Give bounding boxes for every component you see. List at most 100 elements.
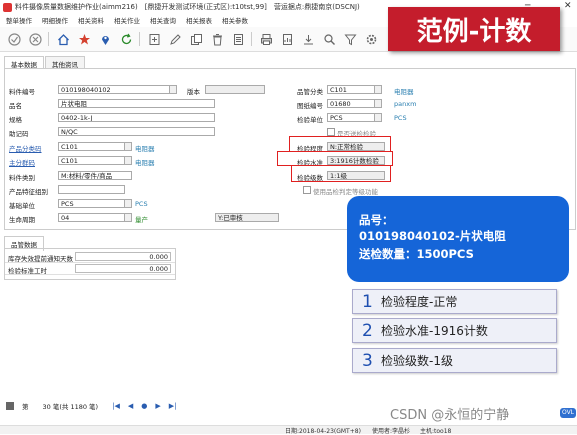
report-icon[interactable]: [280, 32, 294, 46]
step-number: 1: [362, 291, 373, 312]
menu-item-query[interactable]: 相关查询: [150, 15, 176, 25]
base-unit-desc: PCS: [135, 200, 148, 208]
menu-item-report[interactable]: 相关报表: [186, 15, 212, 25]
edit-icon[interactable]: [168, 32, 182, 46]
copy-icon[interactable]: [189, 32, 203, 46]
step-1: 1 检验程度-正常: [352, 289, 557, 314]
part-type-select[interactable]: M:材料/零件/商品: [58, 171, 132, 180]
name-field[interactable]: 片状电阻: [58, 99, 215, 108]
mnemonic-field[interactable]: N/QC: [58, 127, 215, 136]
part-no-lookup-button[interactable]: [169, 85, 177, 94]
version-label: 版本: [187, 88, 200, 96]
menu-item-batch[interactable]: 整单操作: [6, 15, 32, 25]
spec-label: 规格: [9, 116, 22, 124]
inspect-unit-field[interactable]: PCS: [327, 113, 375, 122]
drawing-no-desc: panxm: [394, 100, 417, 108]
step-text: 检验水准-1916计数: [381, 324, 488, 338]
inspect-unit-desc: PCS: [394, 114, 407, 122]
feature-group-field[interactable]: [58, 185, 125, 194]
status-date: 日期:2018-04-23(GMT+8): [285, 428, 361, 435]
highlight-inspect-std: [277, 151, 393, 166]
location-pin-icon[interactable]: [98, 32, 112, 46]
filter-icon[interactable]: [343, 32, 357, 46]
tab-other-info[interactable]: 其他资讯: [45, 56, 85, 69]
close-button[interactable]: ✕: [564, 1, 572, 11]
inspect-unit-label: 检验单位: [297, 116, 323, 124]
current-record-icon[interactable]: ●: [141, 402, 147, 410]
row-label: 库存失效提前通知天数: [8, 255, 73, 263]
status-host: 主机:too18: [420, 428, 452, 435]
watermark-text: CSDN @永恒的宁静: [390, 408, 510, 423]
toolbar-divider: [139, 32, 140, 46]
part-type-label: 料件类别: [9, 174, 35, 182]
main-group-label[interactable]: 主分群码: [9, 157, 35, 167]
step-number: 2: [362, 320, 373, 341]
export-icon[interactable]: [301, 32, 315, 46]
part-no-label: 料件编号: [9, 88, 35, 96]
product-class-lookup-button[interactable]: [124, 142, 132, 151]
row-value-field[interactable]: 0.000: [75, 252, 171, 261]
lifecycle-field[interactable]: 04: [58, 213, 125, 222]
product-class-label[interactable]: 产品分类码: [9, 143, 42, 153]
menu-item-params[interactable]: 相关参数: [222, 15, 248, 25]
approval-status-select[interactable]: Y:已审核: [215, 213, 279, 222]
info-part-value: 010198040102-片状电阻: [359, 229, 506, 243]
highlight-inspect-grade: [291, 165, 391, 182]
lifecycle-desc: 量产: [135, 216, 148, 224]
table-row: 检验标准工时 0.000: [5, 264, 175, 275]
cancel-icon[interactable]: [28, 32, 42, 46]
print-icon[interactable]: [259, 32, 273, 46]
next-page-icon[interactable]: ▶: [155, 402, 160, 410]
main-group-lookup-button[interactable]: [124, 156, 132, 165]
refresh-icon[interactable]: [119, 32, 133, 46]
last-page-icon[interactable]: ▶|: [169, 402, 177, 410]
part-no-field[interactable]: 010198040102: [58, 85, 170, 94]
table-row: 库存失效提前通知天数 0.000: [5, 252, 175, 263]
ovl-badge: OVL: [560, 408, 576, 418]
banner-title: 范例-计数: [388, 7, 560, 51]
row-value-field[interactable]: 0.000: [75, 264, 171, 273]
window-title: 料件摄像质量数据维护作业(aimm216) [鼎捷开发测试环境(正式区):t10…: [15, 3, 360, 11]
base-unit-field[interactable]: PCS: [58, 199, 125, 208]
page-label: 第: [22, 402, 29, 411]
form-tabs: 基本数据 其他资讯: [4, 56, 86, 69]
version-field[interactable]: [205, 85, 265, 94]
drawing-no-lookup-button[interactable]: [374, 99, 382, 108]
prev-page-icon[interactable]: ◀: [128, 402, 133, 410]
toolbar-divider: [251, 32, 252, 46]
base-unit-lookup-button[interactable]: [124, 199, 132, 208]
tab-basic-data[interactable]: 基本数据: [4, 56, 44, 69]
include-check-checkbox[interactable]: [327, 128, 335, 136]
confirm-icon[interactable]: [7, 32, 21, 46]
base-unit-label: 基础单位: [9, 202, 35, 210]
main-group-desc: 电阻器: [135, 159, 155, 167]
app-icon: [3, 2, 12, 12]
favorite-star-icon[interactable]: [77, 32, 91, 46]
menu-item-detail[interactable]: 明细操作: [42, 15, 68, 25]
mgmt-class-label: 品管分类: [297, 88, 323, 96]
use-plan-checkbox[interactable]: [303, 186, 311, 194]
inspect-unit-lookup-button[interactable]: [374, 113, 382, 122]
grid-icon[interactable]: [6, 401, 14, 410]
menu-item-data[interactable]: 相关资料: [78, 15, 104, 25]
document-icon[interactable]: [231, 32, 245, 46]
info-part-label: 品号：: [359, 213, 394, 227]
name-label: 品名: [9, 102, 22, 110]
mgmt-class-desc: 电阻器: [394, 88, 414, 96]
lifecycle-lookup-button[interactable]: [124, 213, 132, 222]
mgmt-class-lookup-button[interactable]: [374, 85, 382, 94]
mgmt-class-field[interactable]: C101: [327, 85, 375, 94]
info-quantity: 送检数量：1500PCS: [359, 247, 474, 261]
menu-item-jobs[interactable]: 相关作业: [114, 15, 140, 25]
home-icon[interactable]: [56, 32, 70, 46]
delete-icon[interactable]: [210, 32, 224, 46]
search-icon[interactable]: [322, 32, 336, 46]
product-class-field[interactable]: C101: [58, 142, 125, 151]
main-group-field[interactable]: C101: [58, 156, 125, 165]
spec-field[interactable]: 0402-1k-J: [58, 113, 215, 122]
first-page-icon[interactable]: |◀: [112, 402, 120, 410]
drawing-no-field[interactable]: 01680: [327, 99, 375, 108]
settings-icon[interactable]: [364, 32, 378, 46]
add-icon[interactable]: [147, 32, 161, 46]
qc-data-grid: 库存失效提前通知天数 0.000 检验标准工时 0.000: [4, 248, 176, 280]
